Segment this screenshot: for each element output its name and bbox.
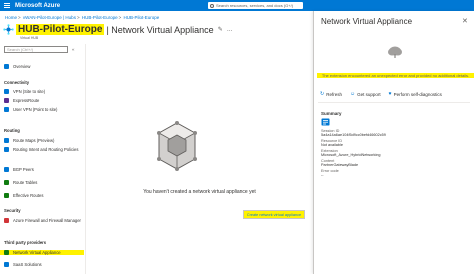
refresh-button[interactable]: ↻ Refresh [320,91,342,97]
nva-icon [4,250,9,255]
divider [318,102,470,103]
sidebar-item-label: ExpressRoute [13,98,40,103]
section-routing: Routing [4,128,20,133]
breadcrumb-hub[interactable]: HUB-Pilot-Europe [82,15,118,20]
sidebar-item-expressroute[interactable]: ExpressRoute [0,98,84,103]
field-error-code: Error code -- [321,169,339,178]
refresh-icon: ↻ [320,91,325,97]
global-search-placeholder: Search resources, services, and docs (G+… [216,3,294,8]
field-content: Content PartnerGatewayBlade [321,159,358,168]
error-message: The extension encountered an unexpected … [317,73,474,78]
breadcrumb-home[interactable]: Home [5,15,17,20]
sidebar-item-label: Routing Intent and Routing Policies [13,147,79,152]
error-panel: Network Virtual Appliance ✕ The extensio… [313,11,474,274]
section-security: Security [4,208,21,213]
breadcrumb-hubs[interactable]: vWAN-Pilot-Europe | Hubs [23,15,76,20]
sidebar-item-label: Azure Firewall and Firewall Manager [13,218,81,223]
sidebar-item-saas[interactable]: SaaS Solutions [0,262,84,267]
sidebar-item-label: Network Virtual Appliance [13,250,61,255]
field-session-id: Session ID 5a4a14a6ae104f5d9cc0befd46602… [321,129,386,138]
sidebar-item-label: Overview [13,64,31,69]
sidebar: Search (Ctrl+/) « Overview Connectivity … [0,44,86,274]
firewall-icon [4,218,9,223]
brand-name[interactable]: Microsoft Azure [15,3,60,9]
diagnostics-icon: ♥ [388,91,392,97]
sidebar-item-label: VPN (Site to site) [13,89,46,94]
sidebar-item-routing-intent[interactable]: Routing Intent and Routing Policies [0,147,84,152]
sidebar-item-effective-routes[interactable]: Effective Routes [0,193,84,198]
sidebar-item-label: SaaS Solutions [13,262,42,267]
sidebar-item-user-vpn[interactable]: User VPN (Point to site) [0,107,84,112]
route-tables-icon [4,180,9,185]
sidebar-item-label: Route Maps (Preview) [13,138,55,143]
field-value: Microsoft_Azure_HybridNetworking [321,153,381,158]
breadcrumb: Home> vWAN-Pilot-Europe | Hubs> HUB-Pilo… [5,15,160,20]
panel-toolbar: ↻ Refresh ☺ Get support ♥ Perform self-diag… [320,91,442,97]
sidebar-item-overview[interactable]: Overview [0,64,84,69]
search-icon [210,3,214,8]
sidebar-item-label: Route Tables [13,180,38,185]
sidebar-item-vpn[interactable]: VPN (Site to site) [0,89,84,94]
virtual-hub-icon [3,24,14,35]
sidebar-item-label: BGP Peers [13,167,34,172]
cube-icon [157,121,197,171]
field-value: 5a4a14a6ae104f5d9cc0befd46602c59 [321,133,386,138]
summary-title: Summary [321,111,342,116]
page-subtitle: Virtual HUB [20,36,39,40]
get-support-button[interactable]: ☺ Get support [350,91,381,97]
sidebar-item-firewall[interactable]: Azure Firewall and Firewall Manager [0,218,84,223]
global-search-input[interactable]: Search resources, services, and docs (G+… [208,2,303,9]
vpn-icon [4,89,9,94]
more-icon[interactable]: … [227,27,233,33]
self-diagnostics-button[interactable]: ♥ Perform self-diagnostics [389,91,442,97]
empty-state-text: You haven't created a network virtual ap… [143,189,256,195]
sidebar-item-label: User VPN (Point to site) [13,107,58,112]
field-value: Not available [321,143,343,148]
sidebar-item-bgp-peers[interactable]: BGP Peers [0,167,84,172]
field-value: PartnerGatewayBlade [321,163,359,168]
page-header: HUB-Pilot-Europe | Network Virtual Appli… [3,24,233,35]
breadcrumb-hub-current[interactable]: HUB-Pilot-Europe [124,15,160,20]
create-nva-button[interactable]: Create network virtual appliance [243,210,305,219]
saas-icon [4,262,9,267]
sidebar-item-route-maps[interactable]: Route Maps (Preview) [0,138,84,143]
sidebar-item-label: Effective Routes [13,193,44,198]
user-vpn-icon [4,107,9,112]
overview-icon [4,64,9,69]
sidebar-item-nva[interactable]: Network Virtual Appliance [0,250,84,255]
effective-routes-icon [4,193,9,198]
page-title-section: | Network Virtual Appliance [106,24,214,35]
section-third-party: Third party providers [4,240,47,245]
pin-icon[interactable]: ✎ [218,26,223,33]
route-maps-icon [4,138,9,143]
panel-title: Network Virtual Appliance [321,17,413,26]
summary-icon [321,118,330,126]
close-icon[interactable]: ✕ [462,17,468,25]
menu-icon[interactable] [0,0,14,11]
cloud-error-icon [388,46,402,58]
sidebar-search-input[interactable]: Search (Ctrl+/) [4,46,68,53]
field-value: -- [321,173,324,178]
collapse-icon[interactable]: « [72,47,75,52]
sidebar-search-placeholder: Search (Ctrl+/) [7,47,34,52]
routing-intent-icon [4,147,9,152]
page-title: HUB-Pilot-Europe [16,24,105,35]
support-icon: ☺ [349,91,356,97]
expressroute-icon [4,98,9,103]
bgp-icon [4,167,9,172]
top-bar: Microsoft Azure Search resources, servic… [0,0,474,11]
sidebar-item-route-tables[interactable]: Route Tables [0,180,84,185]
field-extension: Extension Microsoft_Azure_HybridNetworki… [321,149,381,158]
section-connectivity: Connectivity [4,80,30,85]
field-resource-id: Resource ID Not available [321,139,343,148]
